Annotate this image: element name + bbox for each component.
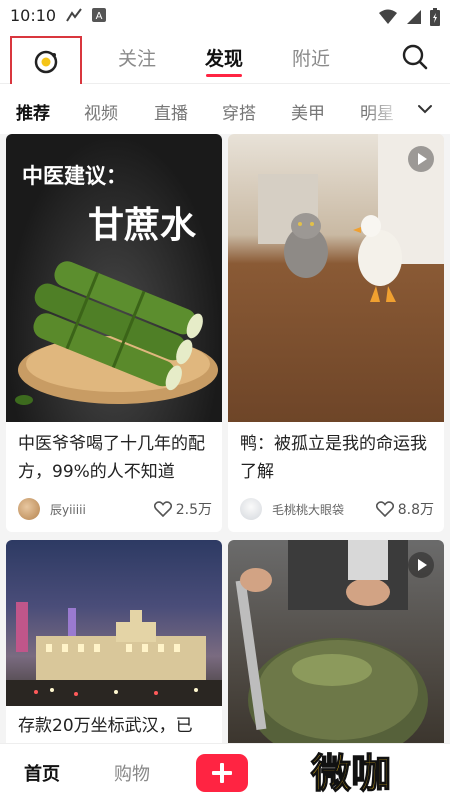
plus-icon <box>212 763 232 783</box>
video-play-icon <box>408 146 434 172</box>
category-live[interactable]: 直播 <box>154 99 188 124</box>
tab-discover[interactable]: 发现 <box>205 44 243 71</box>
svg-text:A: A <box>96 11 103 22</box>
tab-nearby[interactable]: 附近 <box>292 44 330 71</box>
tab-follow[interactable]: 关注 <box>118 44 156 71</box>
chevron-down-icon[interactable] <box>416 100 434 118</box>
signal-activity-icon <box>66 8 82 22</box>
wifi-icon <box>379 9 397 24</box>
battery-icon <box>430 8 440 26</box>
status-bar: 10:10 A <box>0 0 450 32</box>
nav-shop[interactable]: 购物 <box>114 760 150 786</box>
like-count: 8.8万 <box>397 502 434 518</box>
category-video[interactable]: 视频 <box>84 99 118 124</box>
author-name[interactable]: 毛桃桃大眼袋 <box>272 501 376 518</box>
category-recommend[interactable]: 推荐 <box>16 99 50 124</box>
card-title[interactable]: 鸭：被孤立是我的命运我了解 <box>240 430 434 486</box>
menu-button[interactable] <box>10 36 82 88</box>
like-count: 2.5万 <box>175 502 212 518</box>
author-avatar[interactable] <box>240 498 262 520</box>
video-play-icon <box>408 552 434 578</box>
card-cover-image <box>6 540 222 706</box>
heart-icon <box>375 501 394 517</box>
nav-home[interactable]: 首页 <box>24 760 60 786</box>
card-title[interactable]: 中医爷爷喝了十几年的配方，99%的人不知道 <box>18 430 212 486</box>
category-bar: 推荐 视频 直播 穿搭 美甲 明星 <box>0 84 450 134</box>
watermark-text: 微咖 <box>310 751 391 797</box>
watermark-logo: 微咖 <box>309 750 391 797</box>
city-night-scene <box>6 602 222 706</box>
create-post-button[interactable] <box>196 754 248 792</box>
heart-icon <box>153 501 172 517</box>
cat-duck-scene <box>258 134 444 302</box>
like-button[interactable]: 2.5万 <box>153 499 212 519</box>
feed-card[interactable]: 鸭：被孤立是我的命运我了解 毛桃桃大眼袋 8.8万 <box>228 134 444 532</box>
card-cover-image: 中医建议： 甘蔗水 <box>6 134 222 422</box>
author-name[interactable]: 辰yiiiii <box>50 501 154 518</box>
feed-card[interactable]: 中医建议： 甘蔗水 中医爷爷喝了十几年的配方，99%的人不知道 辰yiiiii <box>6 134 222 532</box>
app-notification-icon: A <box>92 8 106 22</box>
ring-logo-icon <box>34 50 58 74</box>
category-outfit[interactable]: 穿搭 <box>222 99 256 124</box>
card-title[interactable]: 存款20万坐标武汉，已 <box>18 712 212 740</box>
card-cover-image <box>228 134 444 422</box>
top-nav: 关注 发现 附近 <box>0 32 450 88</box>
like-button[interactable]: 8.8万 <box>375 499 434 519</box>
feed-card[interactable]: 存款20万坐标武汉，已 <box>6 540 222 750</box>
status-time: 10:10 <box>10 6 57 25</box>
feed-card[interactable] <box>228 540 444 750</box>
category-nails[interactable]: 美甲 <box>291 99 325 124</box>
search-icon[interactable] <box>400 42 430 72</box>
author-avatar[interactable] <box>18 498 40 520</box>
card-cover-image <box>228 540 444 750</box>
sugarcane-illustration <box>15 261 218 405</box>
active-tab-indicator <box>206 74 242 77</box>
cellular-icon <box>407 10 421 24</box>
